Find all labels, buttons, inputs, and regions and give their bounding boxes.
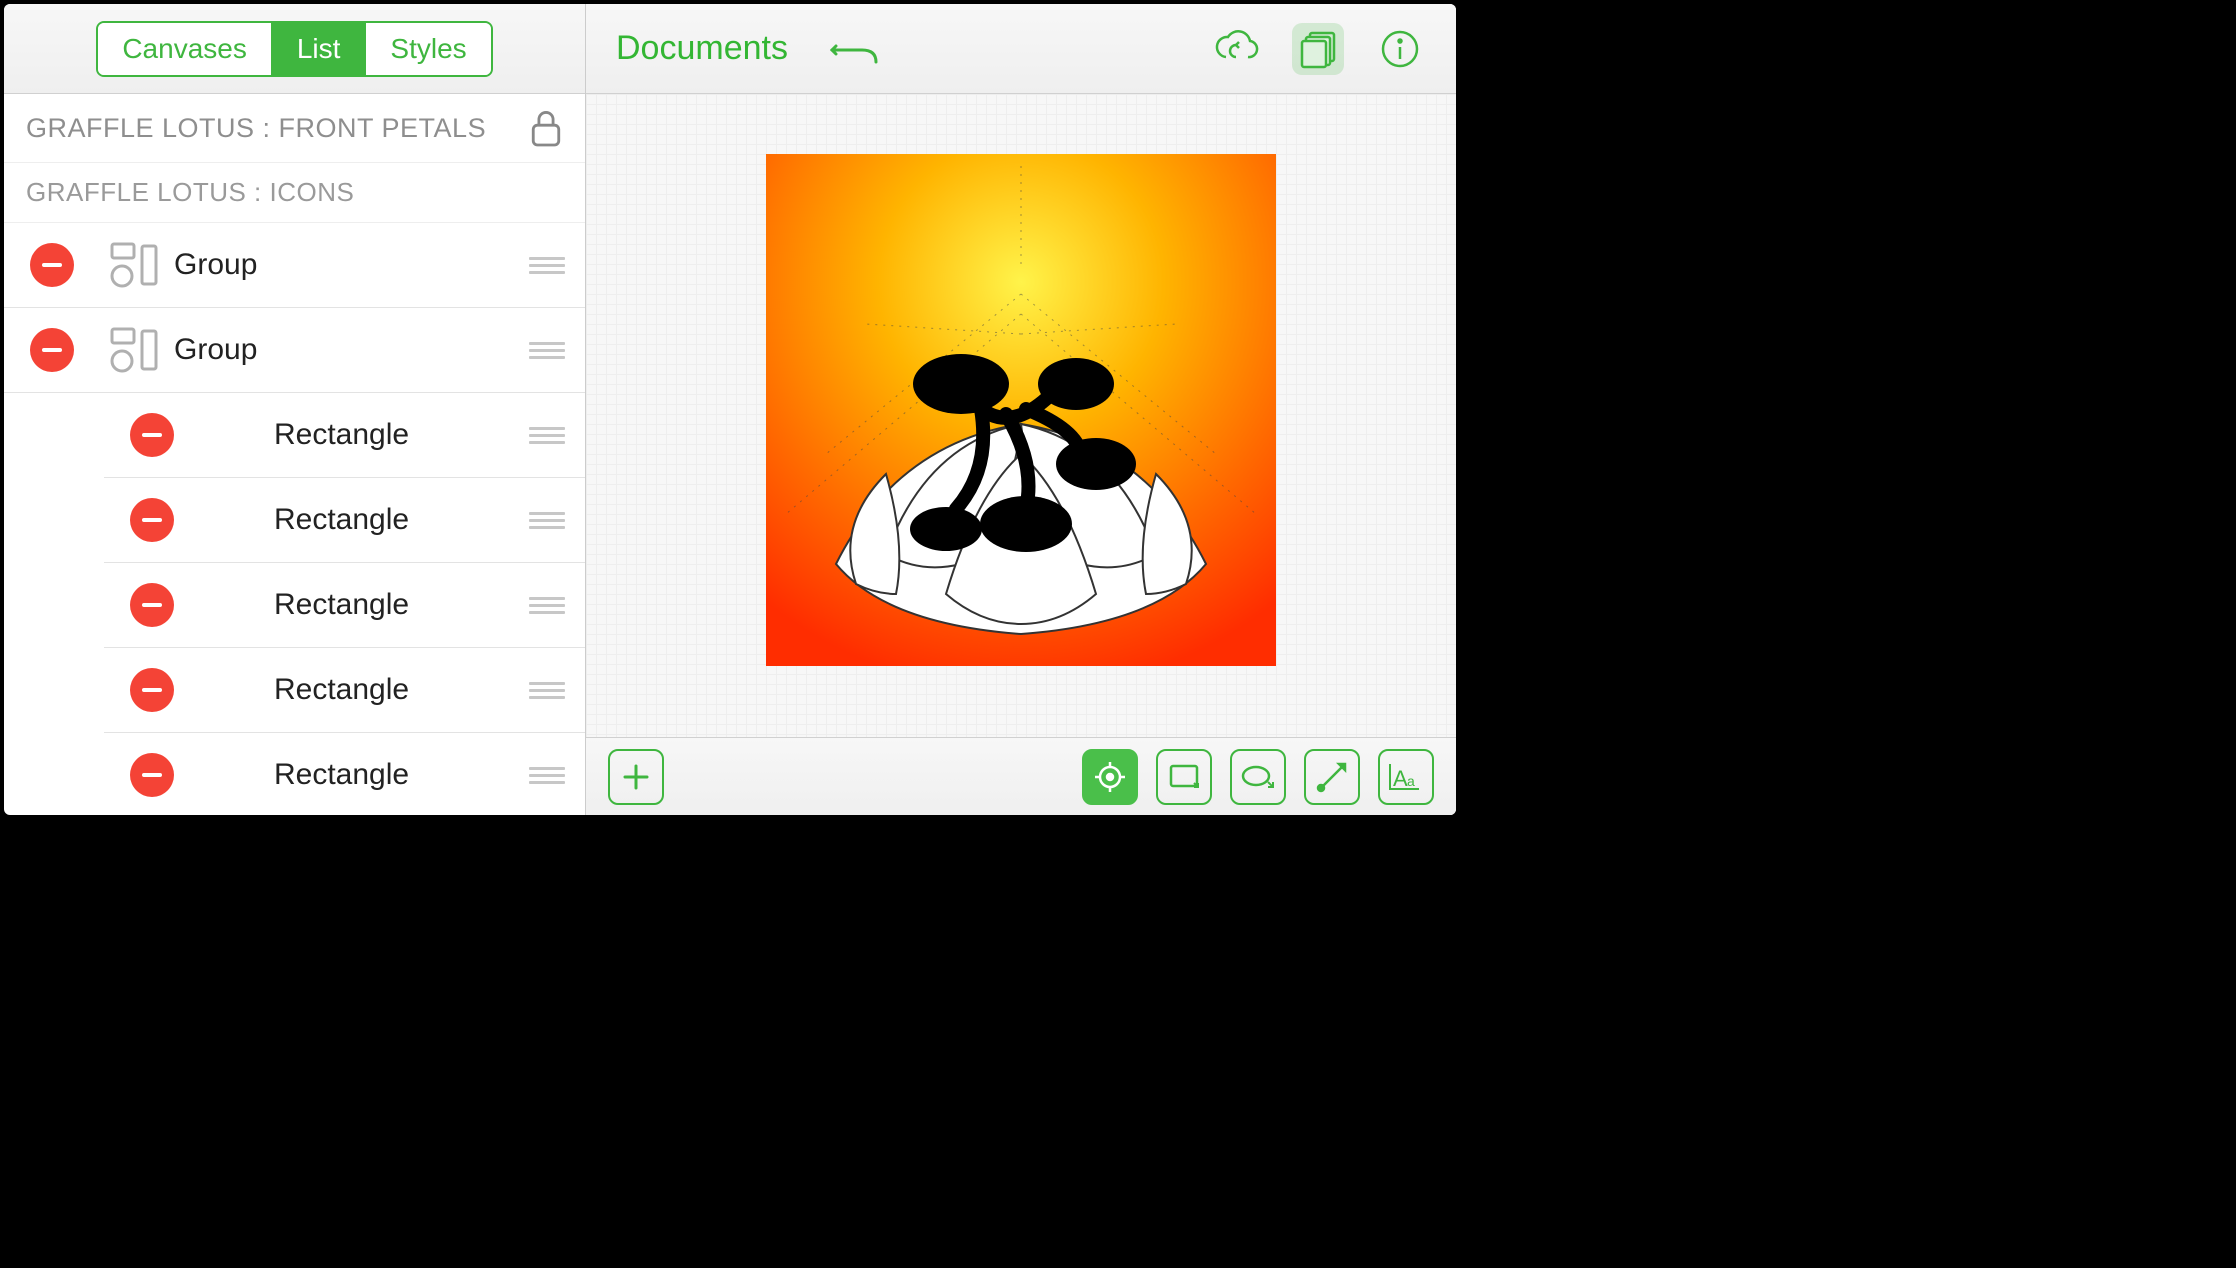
app-window: Canvases List Styles GRAFFLE LOTUS : FRO… [4, 4, 1456, 815]
tab-styles[interactable]: Styles [366, 23, 490, 75]
undo-button[interactable] [828, 23, 880, 75]
drag-handle-icon[interactable] [529, 767, 565, 784]
list-item-label: Group [174, 333, 529, 367]
bottom-toolbar: A a [586, 737, 1456, 815]
object-list: Group Group Rectan [4, 223, 585, 815]
list-item-label: Rectangle [274, 758, 529, 792]
drag-handle-icon[interactable] [529, 682, 565, 699]
list-item[interactable]: Group [4, 308, 585, 393]
segmented-control: Canvases List Styles [96, 21, 492, 77]
list-item-label: Rectangle [274, 588, 529, 622]
list-item[interactable]: Rectangle [104, 478, 585, 563]
list-item-label: Rectangle [274, 503, 529, 537]
list-item[interactable]: Rectangle [104, 648, 585, 733]
segmented-control-wrap: Canvases List Styles [4, 4, 585, 94]
layer-header-front-petals[interactable]: GRAFFLE LOTUS : FRONT PETALS [4, 94, 585, 163]
list-item[interactable]: Rectangle [104, 733, 585, 815]
drag-handle-icon[interactable] [529, 427, 565, 444]
drag-handle-icon[interactable] [529, 512, 565, 529]
layer-header-label: GRAFFLE LOTUS : ICONS [26, 177, 354, 208]
canvas[interactable] [586, 94, 1456, 737]
delete-button[interactable] [30, 328, 74, 372]
cloud-sync-icon[interactable] [1210, 23, 1262, 75]
list-item[interactable]: Rectangle [104, 563, 585, 648]
drag-handle-icon[interactable] [529, 597, 565, 614]
list-item[interactable]: Group [4, 223, 585, 308]
svg-text:A: A [1393, 766, 1408, 791]
rectangle-tool[interactable] [1156, 749, 1212, 805]
list-item[interactable]: Rectangle [104, 393, 585, 478]
delete-button[interactable] [130, 413, 174, 457]
oval-tool[interactable] [1230, 749, 1286, 805]
delete-button[interactable] [130, 668, 174, 712]
lock-icon[interactable] [529, 108, 563, 148]
selection-tool[interactable] [1082, 749, 1138, 805]
list-item-label: Rectangle [274, 673, 529, 707]
line-tool[interactable] [1304, 749, 1360, 805]
group-icon [104, 325, 164, 375]
main-area: Documents [586, 4, 1456, 815]
drag-handle-icon[interactable] [529, 342, 565, 359]
drag-handle-icon[interactable] [529, 257, 565, 274]
contents-button[interactable] [1292, 23, 1344, 75]
text-tool[interactable]: A a [1378, 749, 1434, 805]
tab-list[interactable]: List [273, 23, 367, 75]
list-item-label: Rectangle [274, 418, 529, 452]
top-toolbar: Documents [586, 4, 1456, 94]
delete-button[interactable] [130, 583, 174, 627]
layer-header-icons[interactable]: GRAFFLE LOTUS : ICONS [4, 163, 585, 223]
sidebar: Canvases List Styles GRAFFLE LOTUS : FRO… [4, 4, 586, 815]
delete-button[interactable] [130, 753, 174, 797]
add-tool[interactable] [608, 749, 664, 805]
layer-header-label: GRAFFLE LOTUS : FRONT PETALS [26, 113, 486, 144]
delete-button[interactable] [30, 243, 74, 287]
svg-text:a: a [1407, 773, 1415, 789]
canvas-artwork[interactable] [766, 154, 1276, 666]
list-item-label: Group [174, 248, 529, 282]
delete-button[interactable] [130, 498, 174, 542]
documents-button[interactable]: Documents [616, 29, 788, 68]
info-button[interactable] [1374, 23, 1426, 75]
tab-canvases[interactable]: Canvases [98, 23, 273, 75]
group-icon [104, 240, 164, 290]
